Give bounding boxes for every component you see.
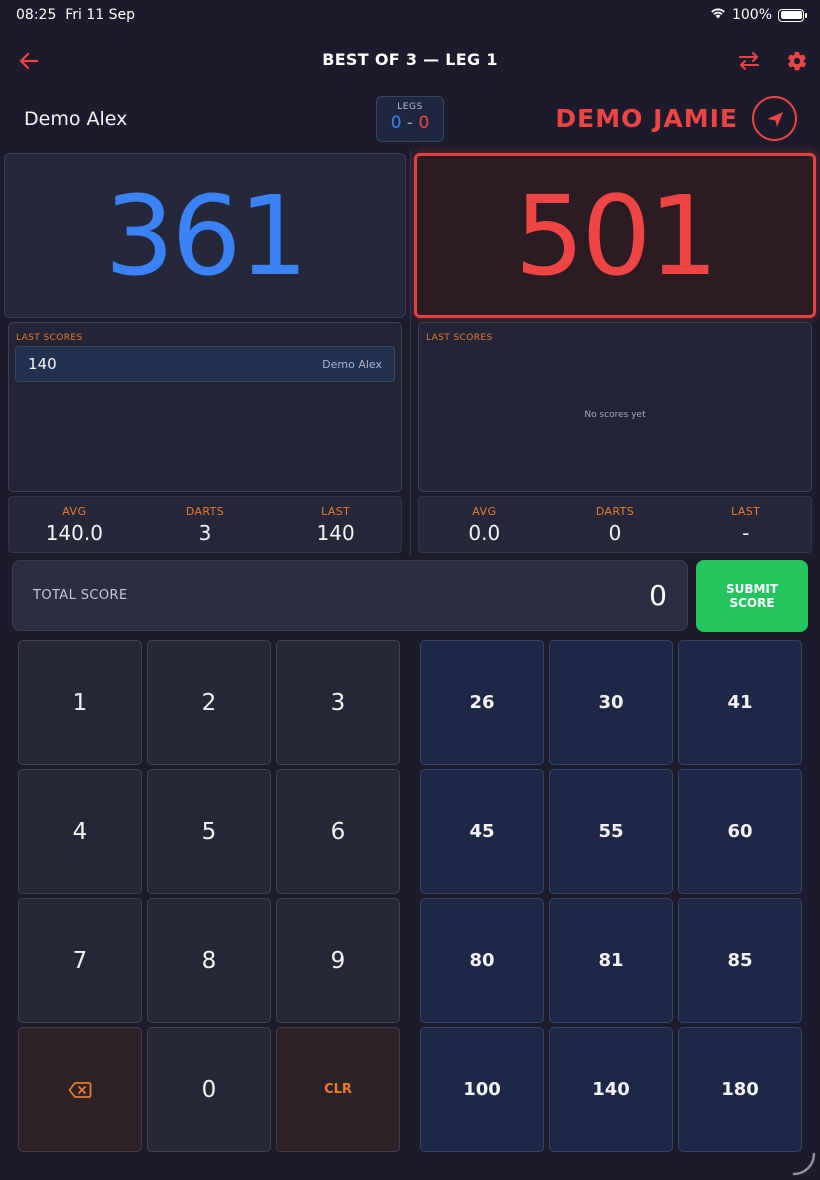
legs-player2: 0 xyxy=(418,113,430,133)
wifi-icon xyxy=(710,7,726,23)
backspace-button[interactable] xyxy=(18,1027,142,1152)
stat-last: LAST 140 xyxy=(270,497,401,552)
key-2[interactable]: 2 xyxy=(147,640,271,765)
key-1[interactable]: 1 xyxy=(18,640,142,765)
stat-value: 140.0 xyxy=(45,521,103,545)
stat-value: 0.0 xyxy=(468,521,501,545)
legs-label: LEGS xyxy=(397,102,423,112)
player2-name: DEMO JAMIE xyxy=(555,104,738,133)
legs-player1: 0 xyxy=(390,113,402,133)
submit-score-button[interactable]: SUBMIT SCORE xyxy=(696,560,808,632)
stat-label: LAST xyxy=(731,505,761,518)
key-0[interactable]: 0 xyxy=(147,1027,271,1152)
stat-value: 0 xyxy=(608,521,622,545)
preset-30[interactable]: 30 xyxy=(549,640,673,765)
key-5[interactable]: 5 xyxy=(147,769,271,894)
arrow-pointer-icon xyxy=(766,111,783,127)
clear-button[interactable]: CLR xyxy=(276,1027,400,1152)
preset-45[interactable]: 45 xyxy=(420,769,544,894)
score-entry-value: 140 xyxy=(28,355,57,373)
backspace-icon xyxy=(68,1081,92,1098)
total-score-field[interactable]: TOTAL SCORE 0 xyxy=(12,560,688,631)
player2-last-scores: LAST SCORES No scores yet xyxy=(418,322,812,492)
stat-label: AVG xyxy=(472,505,497,518)
key-7[interactable]: 7 xyxy=(18,898,142,1023)
player1-stats: AVG 140.0 DARTS 3 LAST 140 xyxy=(8,496,402,553)
status-time: 08:25 xyxy=(16,7,57,23)
page-title: BEST OF 3 — LEG 1 xyxy=(322,50,498,69)
stat-value: - xyxy=(742,521,750,545)
legs-score: 0 - 0 xyxy=(377,113,443,133)
player2-stats: AVG 0.0 DARTS 0 LAST - xyxy=(418,496,812,553)
stat-avg: AVG 140.0 xyxy=(9,497,140,552)
total-score-label: TOTAL SCORE xyxy=(33,588,128,603)
swap-arrows-icon xyxy=(739,52,759,70)
stat-avg: AVG 0.0 xyxy=(419,497,550,552)
stat-label: LAST xyxy=(321,505,351,518)
player1-remaining-score: 361 xyxy=(4,153,406,318)
total-score-value: 0 xyxy=(649,579,667,612)
key-6[interactable]: 6 xyxy=(276,769,400,894)
preset-85[interactable]: 85 xyxy=(678,898,802,1023)
legs-separator: - xyxy=(406,113,414,133)
preset-81[interactable]: 81 xyxy=(549,898,673,1023)
player1-last-scores: LAST SCORES 140 Demo Alex xyxy=(8,322,402,492)
key-4[interactable]: 4 xyxy=(18,769,142,894)
player1-name: Demo Alex xyxy=(24,108,128,130)
active-thrower-indicator xyxy=(752,96,797,141)
settings-button[interactable] xyxy=(782,46,812,76)
preset-180[interactable]: 180 xyxy=(678,1027,802,1152)
preset-60[interactable]: 60 xyxy=(678,769,802,894)
preset-26[interactable]: 26 xyxy=(420,640,544,765)
preset-100[interactable]: 100 xyxy=(420,1027,544,1152)
stat-label: DARTS xyxy=(185,505,225,518)
stat-label: AVG xyxy=(62,505,87,518)
legs-counter: LEGS 0 - 0 xyxy=(376,96,444,142)
last-scores-label: LAST SCORES xyxy=(16,333,83,343)
stat-last: LAST - xyxy=(680,497,811,552)
key-3[interactable]: 3 xyxy=(276,640,400,765)
player2-remaining-score: 501 xyxy=(414,153,816,318)
last-scores-label: LAST SCORES xyxy=(426,333,493,343)
key-8[interactable]: 8 xyxy=(147,898,271,1023)
preset-41[interactable]: 41 xyxy=(678,640,802,765)
gear-icon xyxy=(788,51,807,71)
stat-value: 140 xyxy=(316,521,355,545)
stat-label: DARTS xyxy=(595,505,635,518)
preset-140[interactable]: 140 xyxy=(549,1027,673,1152)
list-item: 140 Demo Alex xyxy=(15,346,395,382)
status-right: 100% xyxy=(710,7,807,23)
stat-darts: DARTS 3 xyxy=(140,497,271,552)
status-time-date: 08:25 Fri 11 Sep xyxy=(16,7,135,23)
swap-players-button[interactable] xyxy=(734,46,764,76)
preset-55[interactable]: 55 xyxy=(549,769,673,894)
preset-80[interactable]: 80 xyxy=(420,898,544,1023)
battery-percent: 100% xyxy=(731,7,772,23)
key-9[interactable]: 9 xyxy=(276,898,400,1023)
resize-handle-icon[interactable] xyxy=(790,1150,816,1176)
score-entry-player: Demo Alex xyxy=(322,357,382,371)
status-date: Fri 11 Sep xyxy=(65,7,136,23)
empty-scores-text: No scores yet xyxy=(584,410,646,420)
battery-icon xyxy=(778,8,807,22)
player-divider xyxy=(410,150,411,555)
stat-value: 3 xyxy=(198,521,212,545)
stat-darts: DARTS 0 xyxy=(550,497,681,552)
